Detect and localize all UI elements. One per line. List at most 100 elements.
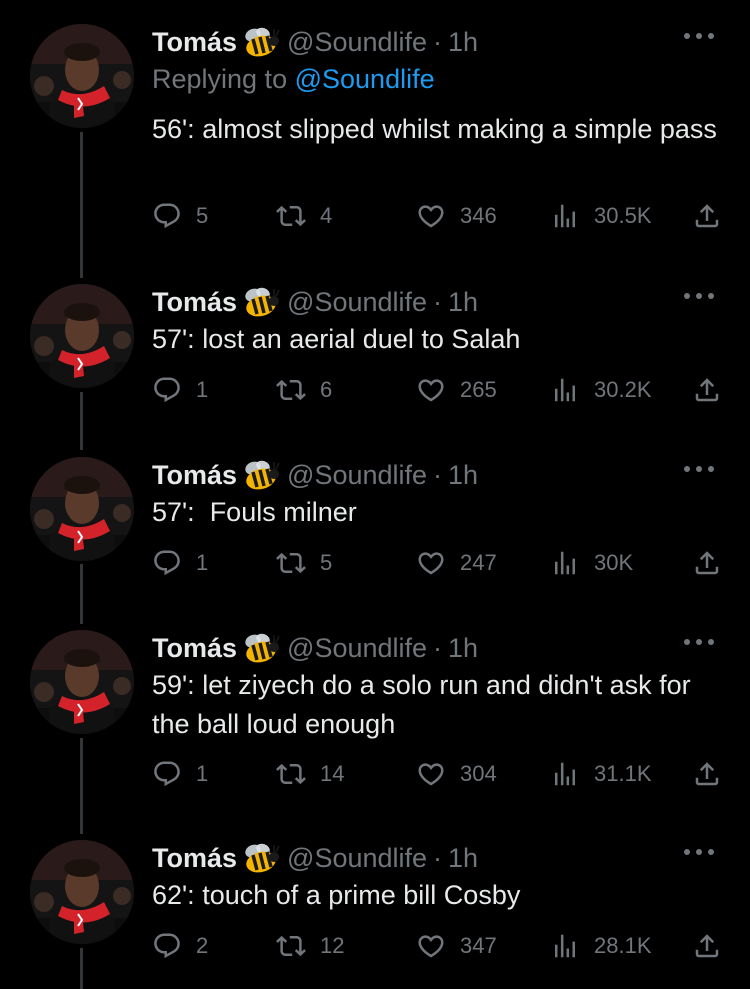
- replying-to-link[interactable]: @Soundlife: [295, 64, 435, 94]
- like-count: 347: [460, 933, 497, 958]
- reply-button[interactable]: 5: [152, 198, 208, 234]
- share-button[interactable]: [692, 756, 722, 792]
- views-icon: [550, 759, 580, 789]
- views-icon: [550, 375, 580, 405]
- like-button[interactable]: 346: [416, 198, 497, 234]
- tweet-actions: 2 12 347 28.1K: [152, 928, 732, 964]
- thread-line: [80, 948, 83, 989]
- views-button[interactable]: 28.1K: [550, 928, 652, 964]
- tweet-text: 59': let ziyech do a solo run and didn't…: [152, 670, 691, 739]
- retweet-count: 5: [320, 550, 333, 575]
- more-icon[interactable]: [684, 632, 714, 652]
- heart-icon: [416, 931, 446, 961]
- heart-icon: [416, 548, 446, 578]
- retweet-button[interactable]: 5: [276, 545, 332, 581]
- reply-count: 2: [196, 933, 209, 958]
- reply-icon: [152, 201, 182, 231]
- tweet-header: Tomás @Soundlife · 1h: [152, 840, 478, 876]
- author-name[interactable]: Tomás: [152, 633, 237, 664]
- like-count: 247: [460, 550, 497, 575]
- author-handle[interactable]: @Soundlife: [287, 843, 427, 874]
- retweet-button[interactable]: 12: [276, 928, 344, 964]
- avatar[interactable]: [30, 630, 134, 734]
- reply-button[interactable]: 1: [152, 756, 208, 792]
- more-icon[interactable]: [684, 459, 714, 479]
- more-icon[interactable]: [684, 842, 714, 862]
- reply-count: 5: [196, 203, 209, 228]
- author-handle[interactable]: @Soundlife: [287, 633, 427, 664]
- retweet-icon: [276, 931, 306, 961]
- views-count: 30K: [594, 550, 634, 575]
- views-button[interactable]: 30K: [550, 545, 633, 581]
- share-icon: [692, 759, 722, 789]
- avatar[interactable]: [30, 840, 134, 944]
- tweet-header: Tomás @Soundlife · 1h: [152, 24, 478, 60]
- author-name[interactable]: Tomás: [152, 460, 237, 491]
- views-icon: [550, 931, 580, 961]
- more-icon[interactable]: [684, 286, 714, 306]
- author-name[interactable]: Tomás: [152, 27, 237, 58]
- like-button[interactable]: 304: [416, 756, 497, 792]
- retweet-icon: [276, 548, 306, 578]
- views-button[interactable]: 30.2K: [550, 372, 652, 408]
- separator: ·: [433, 459, 443, 490]
- retweet-icon: [276, 759, 306, 789]
- tweet-actions: 1 5 247 30K: [152, 545, 732, 581]
- separator: ·: [433, 26, 443, 57]
- bee-icon: [241, 632, 281, 664]
- reply-icon: [152, 759, 182, 789]
- author-name[interactable]: Tomás: [152, 843, 237, 874]
- retweet-button[interactable]: 6: [276, 372, 332, 408]
- share-button[interactable]: [692, 198, 722, 234]
- views-count: 30.5K: [594, 203, 652, 228]
- tweet-text: 56': almost slipped whilst making a simp…: [152, 114, 717, 144]
- retweet-button[interactable]: 4: [276, 198, 332, 234]
- views-button[interactable]: 31.1K: [550, 756, 652, 792]
- views-icon: [550, 201, 580, 231]
- more-icon[interactable]: [684, 26, 714, 46]
- author-handle[interactable]: @Soundlife: [287, 27, 427, 58]
- reply-icon: [152, 931, 182, 961]
- bee-icon: [241, 286, 281, 318]
- separator: ·: [433, 286, 443, 317]
- like-button[interactable]: 265: [416, 372, 497, 408]
- heart-icon: [416, 759, 446, 789]
- timestamp[interactable]: 1h: [448, 843, 478, 874]
- thread-line: [80, 392, 83, 450]
- share-button[interactable]: [692, 545, 722, 581]
- share-icon: [692, 548, 722, 578]
- tweet-actions: 5 4 346 30.5K: [152, 198, 732, 234]
- tweet-text: 57': Fouls milner: [152, 497, 357, 527]
- tweet-text: 57': lost an aerial duel to Salah: [152, 324, 521, 354]
- retweet-count: 6: [320, 377, 333, 402]
- avatar[interactable]: [30, 457, 134, 561]
- timestamp[interactable]: 1h: [448, 633, 478, 664]
- share-button[interactable]: [692, 372, 722, 408]
- heart-icon: [416, 375, 446, 405]
- reply-icon: [152, 548, 182, 578]
- views-count: 30.2K: [594, 377, 652, 402]
- separator: ·: [433, 632, 443, 663]
- reply-button[interactable]: 2: [152, 928, 208, 964]
- separator: ·: [433, 842, 443, 873]
- avatar[interactable]: [30, 24, 134, 128]
- author-name[interactable]: Tomás: [152, 287, 237, 318]
- views-button[interactable]: 30.5K: [550, 198, 652, 234]
- reply-button[interactable]: 1: [152, 545, 208, 581]
- timestamp[interactable]: 1h: [448, 287, 478, 318]
- views-count: 28.1K: [594, 933, 652, 958]
- views-count: 31.1K: [594, 761, 652, 786]
- like-button[interactable]: 347: [416, 928, 497, 964]
- retweet-icon: [276, 375, 306, 405]
- tweet-actions: 1 6 265 30.2K: [152, 372, 732, 408]
- reply-button[interactable]: 1: [152, 372, 208, 408]
- author-handle[interactable]: @Soundlife: [287, 460, 427, 491]
- author-handle[interactable]: @Soundlife: [287, 287, 427, 318]
- like-button[interactable]: 247: [416, 545, 497, 581]
- retweet-button[interactable]: 14: [276, 756, 344, 792]
- avatar[interactable]: [30, 284, 134, 388]
- timestamp[interactable]: 1h: [448, 27, 478, 58]
- share-button[interactable]: [692, 928, 722, 964]
- timestamp[interactable]: 1h: [448, 460, 478, 491]
- retweet-count: 12: [320, 933, 345, 958]
